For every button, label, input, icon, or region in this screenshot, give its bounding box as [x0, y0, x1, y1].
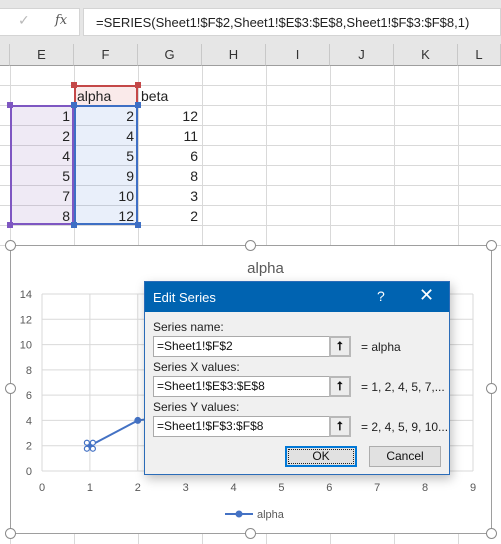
- series-name-label: Series name:: [153, 320, 224, 334]
- column-header-L[interactable]: L: [458, 44, 501, 66]
- cancel-button[interactable]: Cancel: [369, 446, 441, 467]
- cell-G3[interactable]: 12: [138, 106, 202, 126]
- data-point: [134, 416, 142, 424]
- column-header-G[interactable]: G: [138, 44, 202, 66]
- chart-resize-handle[interactable]: [486, 383, 497, 394]
- ok-button[interactable]: OK: [285, 446, 357, 467]
- cell-F4[interactable]: 4: [74, 126, 138, 146]
- collapse-dialog-button-y[interactable]: ⭡: [329, 416, 351, 437]
- cell-E6[interactable]: 5: [10, 166, 74, 186]
- chart-resize-handle[interactable]: [245, 528, 256, 539]
- cell-G6[interactable]: 8: [138, 166, 202, 186]
- enter-check-icon[interactable]: ✓: [18, 13, 30, 29]
- x-tick-label: 7: [374, 482, 380, 494]
- column-header-K[interactable]: K: [394, 44, 458, 66]
- chart-resize-handle[interactable]: [245, 240, 256, 251]
- x-tick-label: 0: [39, 482, 45, 494]
- collapse-arrow-icon: ⭡: [337, 339, 343, 353]
- y-tick-label: 2: [26, 441, 32, 453]
- x-tick-label: 6: [326, 482, 332, 494]
- column-header-J[interactable]: J: [330, 44, 394, 66]
- chart-resize-handle[interactable]: [486, 240, 497, 251]
- column-header-blank: [0, 44, 10, 66]
- x-tick-label: 2: [135, 482, 141, 494]
- collapse-arrow-icon: ⭡: [337, 379, 343, 393]
- cell-G8[interactable]: 2: [138, 206, 202, 226]
- point-selection-handle: [83, 445, 90, 452]
- chart-title: alpha: [247, 260, 284, 277]
- column-header-F[interactable]: F: [74, 44, 138, 66]
- collapse-arrow-icon: ⭡: [337, 419, 343, 433]
- y-tick-label: 6: [26, 390, 32, 402]
- cell-E8[interactable]: 8: [10, 206, 74, 226]
- cell-G5[interactable]: 6: [138, 146, 202, 166]
- x-tick-label: 1: [87, 482, 93, 494]
- cell-G2[interactable]: beta: [138, 86, 202, 106]
- series-name-result: = alpha: [361, 340, 401, 354]
- cell-G4[interactable]: 11: [138, 126, 202, 146]
- chart-resize-handle[interactable]: [5, 240, 16, 251]
- collapse-dialog-button-name[interactable]: ⭡: [329, 336, 351, 357]
- x-tick-label: 5: [278, 482, 284, 494]
- x-tick-label: 3: [183, 482, 189, 494]
- cell-F7[interactable]: 10: [74, 186, 138, 206]
- cell-F6[interactable]: 9: [74, 166, 138, 186]
- dialog-title: Edit Series: [153, 290, 216, 305]
- y-tick-label: 0: [26, 466, 32, 478]
- column-header-I[interactable]: I: [266, 44, 330, 66]
- series-x-result: = 1, 2, 4, 5, 7,...: [361, 380, 445, 394]
- legend-marker: [235, 510, 243, 518]
- y-tick-label: 12: [20, 314, 32, 326]
- series-y-label: Series Y values:: [153, 400, 240, 414]
- chart-resize-handle[interactable]: [5, 528, 16, 539]
- cell-E5[interactable]: 4: [10, 146, 74, 166]
- formula-text: =SERIES(Sheet1!$F$2,Sheet1!$E$3:$E$8,She…: [96, 15, 470, 30]
- y-tick-label: 4: [26, 415, 32, 427]
- cell-F5[interactable]: 5: [74, 146, 138, 166]
- series-name-input[interactable]: =Sheet1!$F$2: [153, 336, 351, 357]
- series-x-input[interactable]: =Sheet1!$E$3:$E$8: [153, 376, 351, 397]
- y-tick-label: 10: [20, 340, 32, 352]
- cell-E4[interactable]: 2: [10, 126, 74, 146]
- x-tick-label: 8: [422, 482, 428, 494]
- cell-F3[interactable]: 2: [74, 106, 138, 126]
- formula-bar[interactable]: =SERIES(Sheet1!$F$2,Sheet1!$E$3:$E$8,She…: [83, 8, 501, 36]
- collapse-dialog-button-x[interactable]: ⭡: [329, 376, 351, 397]
- column-header-H[interactable]: H: [202, 44, 266, 66]
- point-selection-handle: [89, 445, 96, 452]
- edit-series-dialog: Edit Series ? ✕ Series name: =Sheet1!$F$…: [144, 281, 450, 475]
- x-tick-label: 4: [230, 482, 236, 494]
- chart-resize-handle[interactable]: [5, 383, 16, 394]
- y-tick-label: 8: [26, 365, 32, 377]
- y-tick-label: 14: [20, 289, 32, 301]
- cell-F8[interactable]: 12: [74, 206, 138, 226]
- help-button[interactable]: ?: [377, 288, 385, 304]
- point-selection-handle: [83, 439, 90, 446]
- cell-E3[interactable]: 1: [10, 106, 74, 126]
- dialog-title-bar[interactable]: Edit Series ? ✕: [145, 282, 449, 312]
- chart-resize-handle[interactable]: [486, 528, 497, 539]
- cell-G7[interactable]: 3: [138, 186, 202, 206]
- column-header-E[interactable]: E: [10, 44, 74, 66]
- cell-E7[interactable]: 7: [10, 186, 74, 206]
- series-y-result: = 2, 4, 5, 9, 10...: [361, 420, 449, 434]
- series-x-label: Series X values:: [153, 360, 240, 374]
- series-y-input[interactable]: =Sheet1!$F$3:$F$8: [153, 416, 351, 437]
- formula-controls: ✓ fx: [0, 8, 80, 36]
- legend-label: alpha: [257, 509, 285, 521]
- close-icon[interactable]: ✕: [419, 285, 434, 306]
- point-selection-handle: [89, 439, 96, 446]
- insert-function-icon[interactable]: fx: [55, 13, 67, 28]
- cell-F2[interactable]: alpha: [74, 86, 138, 106]
- x-tick-label: 9: [470, 482, 476, 494]
